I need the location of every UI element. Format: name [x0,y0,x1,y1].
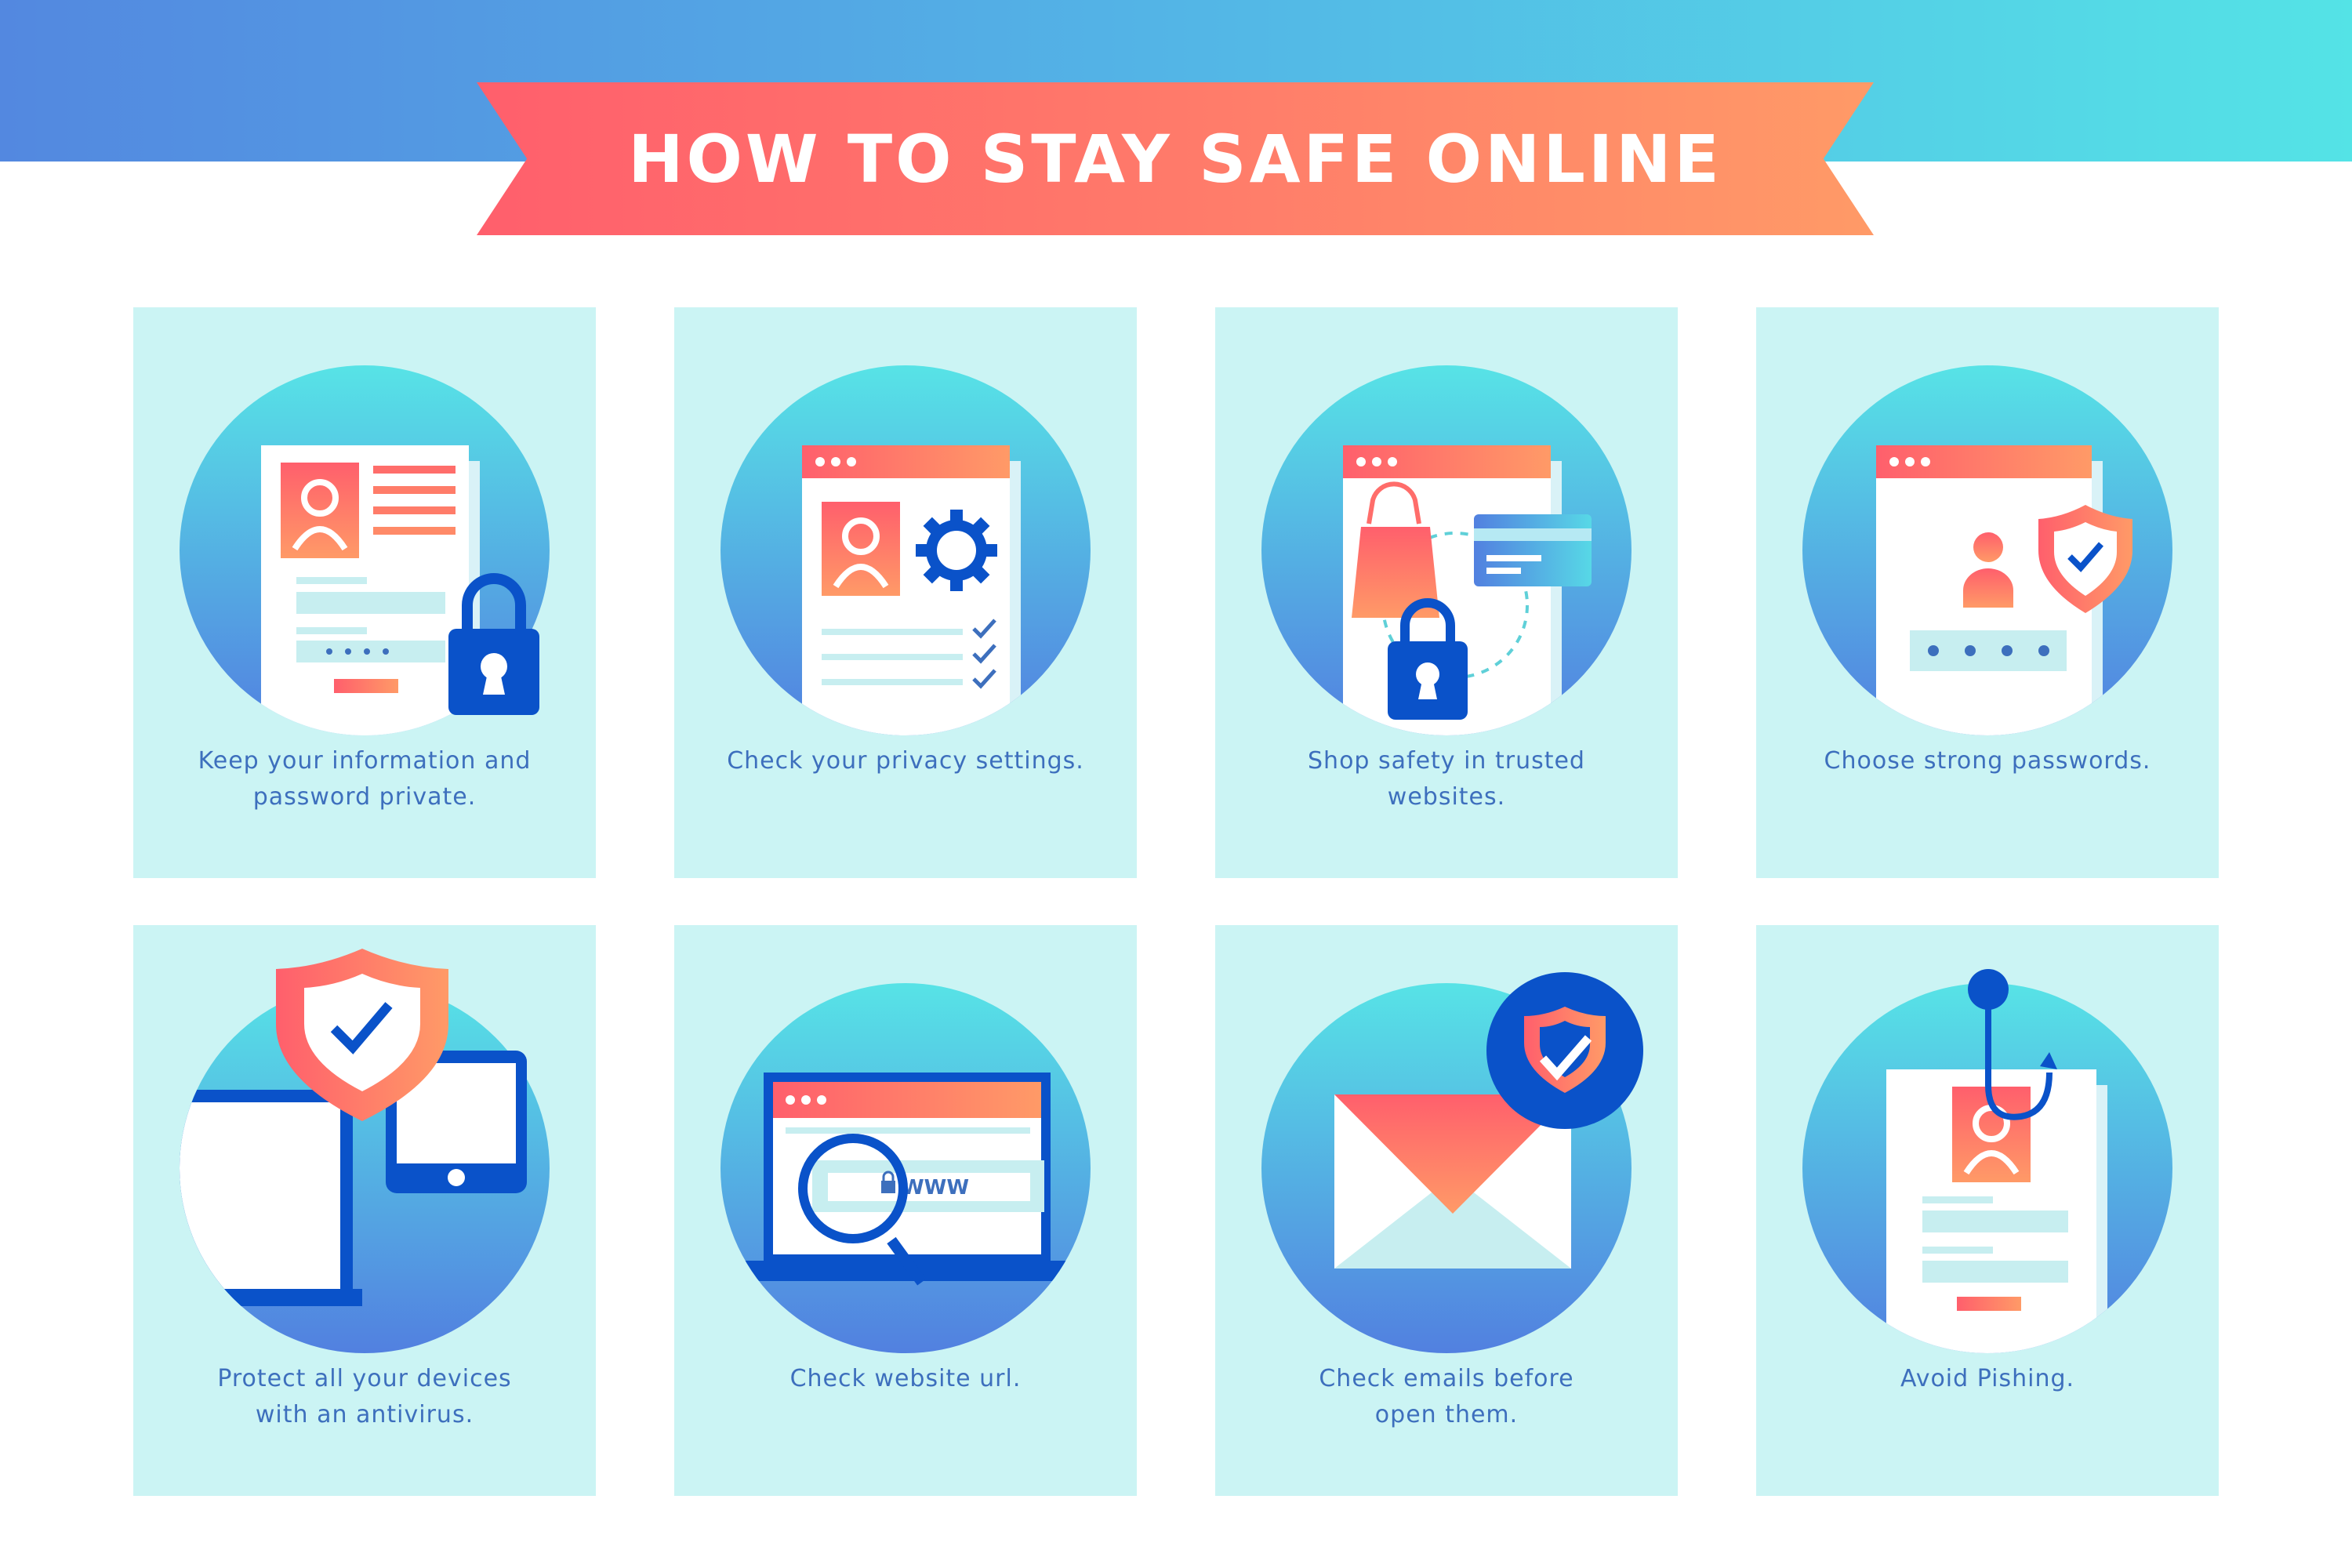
password-field-icon [1910,630,2067,671]
url-text: WWW [902,1176,969,1200]
tip-illustration-7 [1261,972,1643,1353]
tip-caption-8: Avoid Pishing. [1900,1365,2075,1392]
tip-caption-7: Check emails before open them. [1319,1365,1574,1428]
title-banner: HOW TO STAY SAFE ONLINE [477,82,1874,235]
tip-card-3: Shop safety in trusted websites. [1215,307,1678,878]
tip-caption-2: Check your privacy settings. [727,747,1084,775]
tip-card-7: Check emails before open them. [1215,925,1678,1496]
tip-illustration-3 [1261,365,1632,735]
tip-card-2: Check your privacy settings. [674,307,1137,878]
shield-check-icon [1486,972,1643,1129]
tip-caption-1: Keep your information and password priva… [198,747,532,811]
tip-illustration-2 [720,365,1091,735]
tip-card-6: WWW Check website url. [674,925,1137,1496]
page-title: HOW TO STAY SAFE ONLINE [628,120,1722,198]
tip-caption-5: Protect all your devices with an antivir… [217,1365,512,1428]
tip-caption-6: Check website url. [789,1365,1022,1392]
monitor-icon [180,1090,362,1306]
tip-illustration-1 [180,365,550,735]
tip-card-4: Choose strong passwords. [1756,307,2219,878]
tip-illustration-6: WWW [720,983,1091,1353]
tip-illustration-8 [1802,969,2172,1353]
tip-card-1: Keep your information and password priva… [133,307,596,878]
credit-card-icon [1474,514,1592,586]
tip-caption-3: Shop safety in trusted websites. [1308,747,1585,811]
tip-card-5: Protect all your devices with an antivir… [133,925,596,1496]
tip-caption-4: Choose strong passwords. [1824,747,2151,775]
tip-card-8: Avoid Pishing. [1756,925,2219,1496]
tip-illustration-4 [1802,365,2172,735]
tip-illustration-5 [180,949,550,1353]
id-card-icon [281,463,359,558]
browser-window-icon [802,445,1010,478]
